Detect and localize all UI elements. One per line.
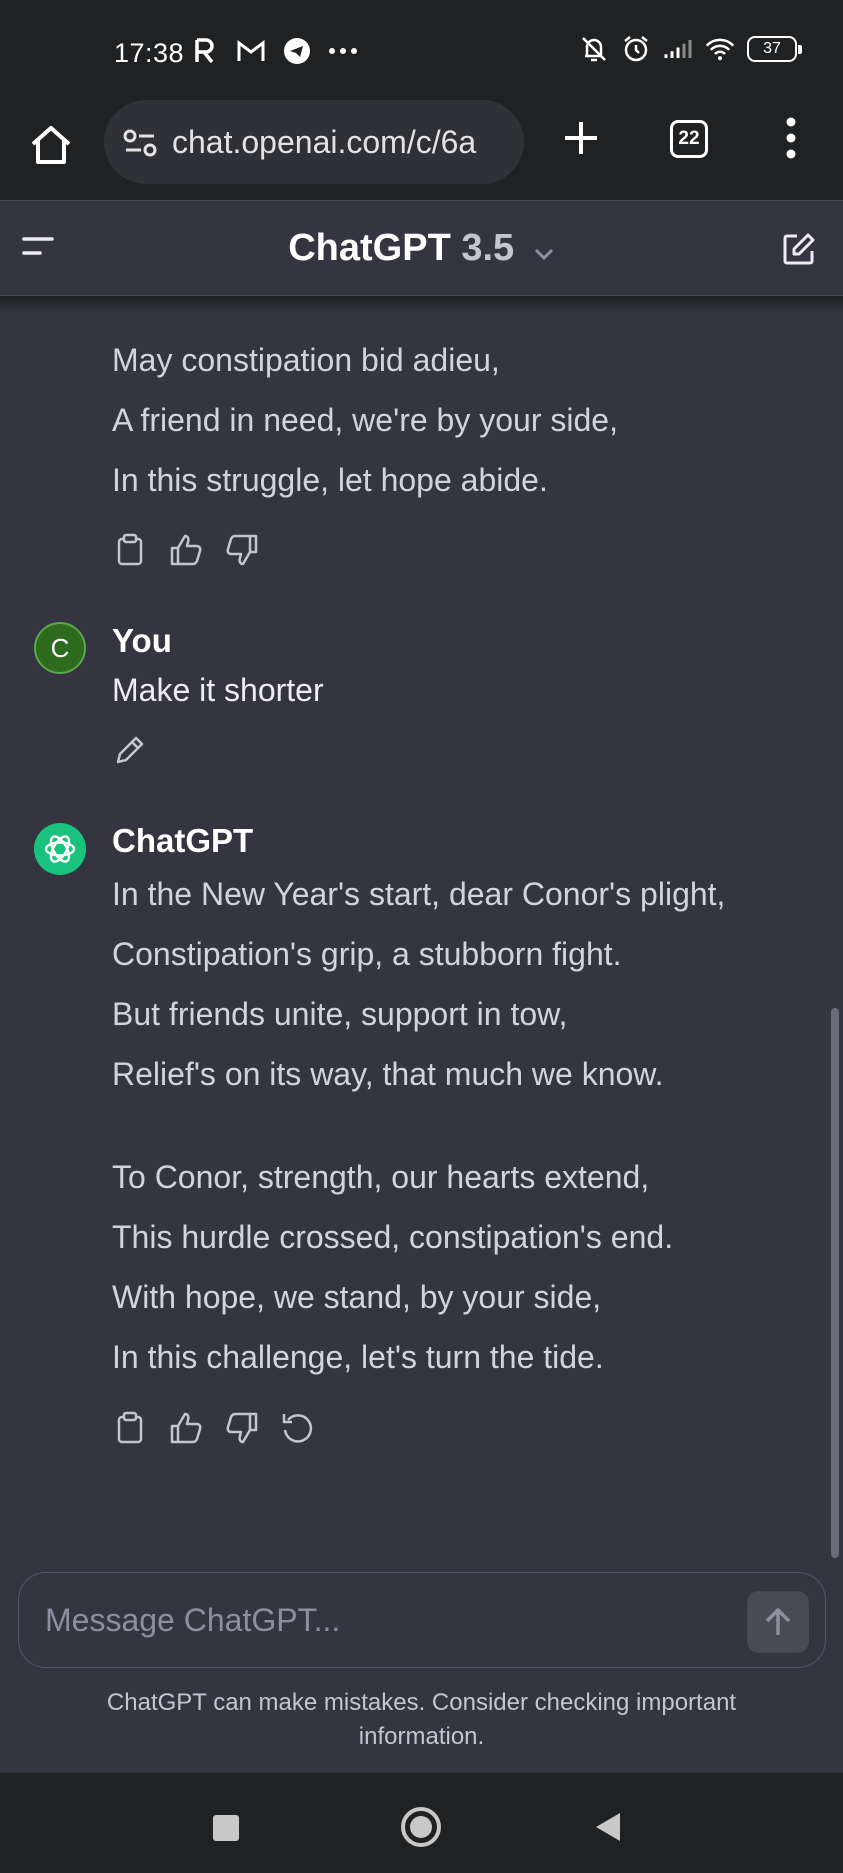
thumbs-down-icon[interactable] [224,532,260,568]
poem-line: Constipation's grip, a stubborn fight. [112,936,622,972]
copy-icon[interactable] [112,1410,148,1446]
model-name: ChatGPT [288,227,451,269]
browser-toolbar: chat.openai.com/c/6a 22 [0,100,843,200]
poem-line: To Conor, strength, our hearts extend, [112,1159,650,1195]
wifi-icon [705,34,735,64]
conversation-area[interactable]: May constipation bid adieu, A friend in … [0,296,843,1566]
poem-line: In this struggle, let hope abide. [112,462,548,498]
gmail-icon [236,36,266,66]
poem-line: In this challenge, let's turn the tide. [112,1339,604,1375]
poem-line: But friends unite, support in tow, [112,996,568,1032]
bell-off-icon [579,34,609,64]
openai-logo-icon [44,835,76,863]
arrow-up-icon [765,1608,791,1635]
poem-line: This hurdle crossed, constipation's end. [112,1219,674,1255]
url-text[interactable]: chat.openai.com/c/6a [172,124,512,161]
user-avatar: C [34,622,86,674]
telegram-icon [282,36,312,66]
plus-icon [565,122,597,154]
r-app-icon [190,36,220,66]
site-settings-icon[interactable] [122,128,158,158]
poem-line: In the New Year's start, dear Conor's pl… [112,876,726,912]
model-version: 3.5 [461,227,515,269]
status-system-icons: 37 [579,34,802,64]
message-actions [112,532,260,568]
chevron-down-icon [533,228,555,271]
assistant-author-name: ChatGPT [112,822,254,859]
chat-header: ChatGPT 3.5 [0,200,843,296]
kebab-menu-icon [786,117,796,159]
poem-line: With hope, we stand, by your side, [112,1279,602,1315]
edit-square-icon [783,233,815,265]
copy-icon[interactable] [112,532,148,568]
home-nav-button[interactable] [401,1807,441,1847]
chatgpt-avatar [34,823,86,875]
status-bar: 17:38 37 [0,0,843,100]
user-author-name: You [112,622,172,659]
home-button[interactable] [28,122,74,168]
scrollbar[interactable] [831,1008,839,1558]
model-selector[interactable]: ChatGPT 3.5 [0,227,843,271]
header-shadow [0,296,843,314]
message-composer [18,1572,826,1668]
address-bar[interactable]: chat.openai.com/c/6a [104,100,524,184]
message-input[interactable] [45,1595,695,1645]
user-message-actions [112,732,148,768]
regenerate-icon[interactable] [280,1410,316,1446]
battery-icon: 37 [747,36,802,62]
alarm-icon [621,34,651,64]
signal-icon [663,34,693,64]
send-button[interactable] [747,1591,809,1653]
recents-button[interactable] [213,1815,239,1841]
user-message-text: Make it shorter [112,672,324,708]
thumbs-down-icon[interactable] [224,1410,260,1446]
back-triangle-icon [596,1813,620,1841]
poem-line: Relief's on its way, that much we know. [112,1056,664,1092]
more-dots-icon [328,36,358,66]
disclaimer-text: ChatGPT can make mistakes. Consider chec… [106,1689,737,1750]
new-chat-button[interactable] [781,231,817,267]
status-notification-icons [190,36,358,66]
poem-line: A friend in need, we're by your side, [112,402,618,438]
poem-line: May constipation bid adieu, [112,342,500,378]
assistant-message-actions [112,1410,316,1446]
browser-menu-button[interactable] [779,116,803,160]
thumbs-up-icon[interactable] [168,1410,204,1446]
home-icon [31,126,71,164]
back-button[interactable] [594,1811,622,1843]
tab-switcher-button[interactable]: 22 [670,120,708,158]
system-navigation-bar [0,1773,843,1873]
pencil-icon[interactable] [112,732,148,768]
status-time: 17:38 [114,38,185,68]
new-tab-button[interactable] [561,118,601,158]
thumbs-up-icon[interactable] [168,532,204,568]
